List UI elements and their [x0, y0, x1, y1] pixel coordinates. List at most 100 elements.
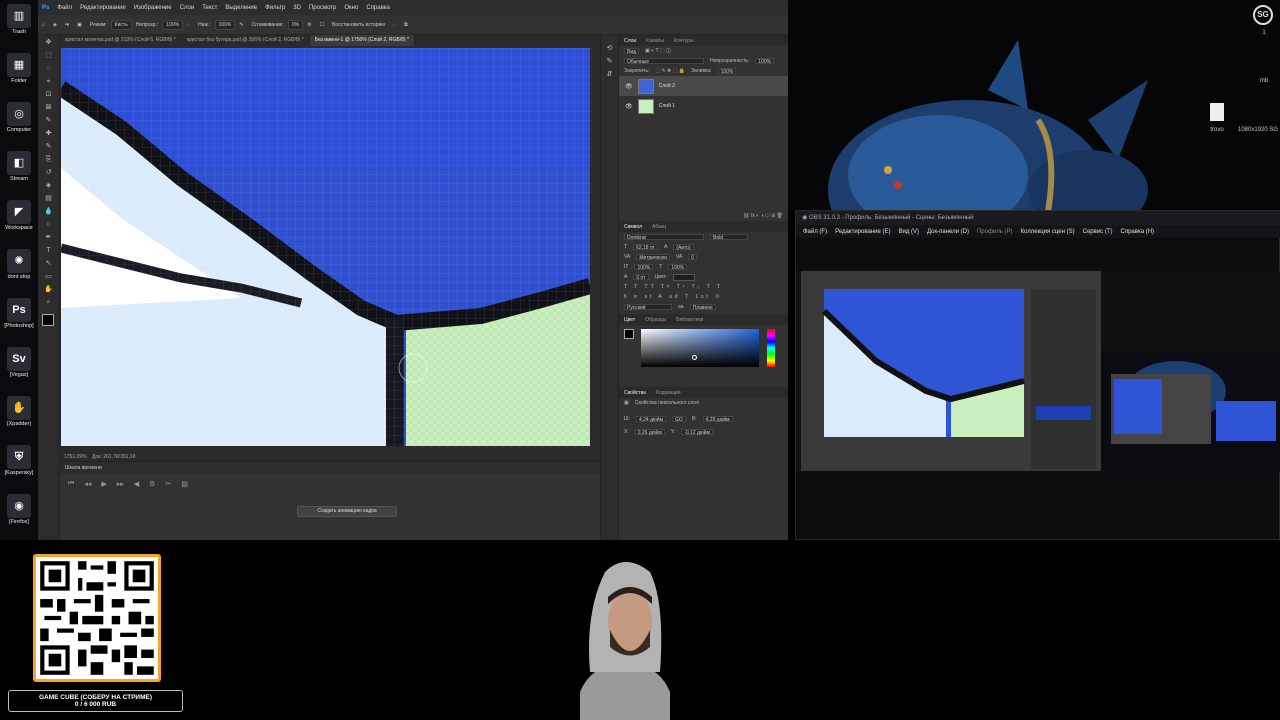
brush-tool-icon[interactable]: ✎	[41, 141, 57, 152]
desktop-icon[interactable]: ◎ Computer	[2, 100, 36, 146]
type-tool-icon[interactable]: T	[41, 245, 57, 256]
desktop-icon[interactable]: Sv [Vegas]	[2, 345, 36, 391]
layers-footer-icons[interactable]: ⛓ fx ◐ ◑ ▭ ⊞ 🗑	[619, 211, 788, 221]
ps-menu-item[interactable]: Редактирование	[76, 5, 130, 11]
airbrush-icon[interactable]: ✎	[235, 22, 247, 28]
desktop-icon[interactable]: ◧ Stream	[2, 149, 36, 195]
adjust-icon[interactable]: ⇵	[602, 69, 618, 80]
desktop-icon[interactable]: ◤ Workspace	[2, 198, 36, 244]
path-tool-icon[interactable]: ↖	[41, 258, 57, 269]
zoom-readout[interactable]: 1751,09%	[64, 454, 87, 460]
obs-menu-item[interactable]: Коллекция сцен (S)	[1017, 229, 1079, 235]
layer-opacity-input[interactable]: 100%	[755, 58, 775, 65]
text-color-swatch[interactable]	[673, 274, 696, 281]
layer-kind-select[interactable]: Вид	[624, 48, 640, 55]
opentype-buttons[interactable]: ﬁ ơ st A ad T 1st ½	[619, 292, 788, 302]
smoothing-input[interactable]: 0%	[287, 19, 304, 30]
stamp-tool-icon[interactable]: ⎘	[41, 154, 57, 165]
crop-tool-icon[interactable]: ⊡	[41, 89, 57, 100]
panel-tab[interactable]: Каналы	[641, 38, 669, 44]
ps-menu-item[interactable]: Изображение	[130, 5, 176, 11]
font-size-input[interactable]: 62,18 пт	[633, 244, 658, 251]
ps-menu-item[interactable]: Выделение	[221, 5, 261, 11]
heal-tool-icon[interactable]: ✚	[41, 128, 57, 139]
ps-menu-item[interactable]: Текст	[198, 5, 221, 11]
frame-tool-icon[interactable]: ⊠	[41, 102, 57, 113]
desktop-icon[interactable]: ⛨ [Kaspersky]	[2, 443, 36, 489]
pressure-size-icon[interactable]: ◌	[389, 22, 400, 28]
kerning-select[interactable]: Метрически	[636, 254, 670, 261]
eyedropper-tool-icon[interactable]: ✎	[41, 115, 57, 126]
marquee-tool-icon[interactable]: ⬚	[41, 50, 57, 61]
tracking-input[interactable]: 0	[688, 254, 697, 261]
history-tool-icon[interactable]: ↺	[41, 167, 57, 178]
y-input[interactable]: -0,12 дюйм	[681, 429, 713, 436]
donation-qr-code[interactable]	[33, 554, 161, 682]
obs-preview[interactable]	[796, 271, 1280, 471]
pressure-input[interactable]: 100%	[214, 19, 236, 30]
desktop-icon[interactable]: ▦ Folder	[2, 51, 36, 97]
home-icon[interactable]: ⌂	[38, 22, 49, 28]
zoom-tool-icon[interactable]: ⌕	[41, 297, 57, 308]
height-input[interactable]: 4,29 дюйм	[702, 416, 733, 423]
document-tab[interactable]: кристал монетка.psd @ 213% (Слой 6, RGB/…	[60, 35, 182, 46]
obs-menu-item[interactable]: Файл (F)	[799, 229, 831, 235]
leading-input[interactable]: (Авто)	[673, 244, 694, 251]
obs-menu-item[interactable]: Профиль (P)	[973, 229, 1017, 235]
create-frame-animation-button[interactable]: Создать анимацию кадра	[297, 506, 397, 517]
foreground-color-swatch[interactable]	[624, 329, 634, 339]
filter-icons[interactable]: ▣ ◐ T ⬚ ◫	[645, 48, 671, 54]
move-tool-icon[interactable]: ✥	[41, 37, 57, 48]
obs-menu-item[interactable]: Док-панели (D)	[923, 229, 973, 235]
dodge-tool-icon[interactable]: ○	[41, 219, 57, 230]
link-button[interactable]: GO	[672, 416, 686, 423]
prev-frame-icon[interactable]: ◂◂	[84, 480, 91, 488]
lock-icons[interactable]: ⬚ ✎ ✥ ⬚ 🔒	[655, 68, 685, 74]
gear-icon[interactable]: ⚙	[303, 22, 315, 28]
ps-logo[interactable]: Ps	[38, 5, 53, 11]
first-frame-icon[interactable]: ⏮	[68, 480, 74, 488]
font-family-select[interactable]: Domkrat	[624, 234, 704, 241]
history-icon[interactable]: ⟲	[602, 43, 618, 54]
ps-menu-item[interactable]: 3D	[289, 5, 305, 11]
vertical-scale-input[interactable]: 100%	[634, 264, 654, 271]
obs-menu-item[interactable]: Сервис (T)	[1079, 229, 1117, 235]
gradient-tool-icon[interactable]: ▤	[41, 193, 57, 204]
panel-tab[interactable]: Цвет	[619, 317, 640, 323]
transition-icon[interactable]: ▨	[181, 480, 188, 488]
restore-history-checkbox[interactable]: ☐	[316, 22, 328, 28]
obs-menu-item[interactable]: Справка (H)	[1117, 229, 1159, 235]
panel-tab[interactable]: Символ	[619, 224, 647, 230]
ps-menu-item[interactable]: Просмотр	[305, 5, 340, 11]
font-style-select[interactable]: Bold	[710, 234, 748, 241]
split-icon[interactable]: ✂	[165, 480, 171, 488]
shape-tool-icon[interactable]: ▭	[41, 271, 57, 282]
play-icon[interactable]: ▶	[101, 480, 106, 488]
blend-mode-select[interactable]: Обычные	[624, 58, 704, 65]
opacity-input[interactable]: 100%	[162, 19, 184, 30]
hand-tool-icon[interactable]: ✋	[41, 284, 57, 295]
type-style-buttons[interactable]: T T TT Tт T¹ T₁ T T	[619, 282, 788, 292]
brush-size-icon[interactable]: •▾	[61, 22, 73, 28]
foreground-swatch[interactable]	[42, 314, 54, 326]
symmetry-icon[interactable]: ⧉	[400, 22, 412, 28]
visibility-eye-icon[interactable]: 👁	[625, 103, 633, 110]
blur-tool-icon[interactable]: 💧	[41, 206, 57, 217]
baseline-input[interactable]: 0 пт	[633, 274, 649, 281]
document-canvas[interactable]	[61, 48, 590, 446]
ps-menu-item[interactable]: Справка	[362, 5, 394, 11]
document-tab[interactable]: кристал без бутера.psd @ 356% (Слой 2, R…	[182, 35, 310, 46]
obs-menu-item[interactable]: Редактирование (E)	[831, 229, 894, 235]
ps-menu-item[interactable]: Файл	[53, 5, 76, 11]
panel-tab[interactable]: Коррекция	[651, 390, 686, 396]
width-input[interactable]: 4,24 дюйм	[635, 416, 667, 423]
brush-panel-icon[interactable]: ▣	[73, 22, 86, 28]
panel-tab[interactable]: Свойства	[619, 390, 651, 396]
fill-input[interactable]: 100%	[717, 68, 737, 75]
document-tab[interactable]: Без имени-1 @ 1750% (Слой 2, RGB/8) *	[309, 35, 415, 46]
pressure-opacity-icon[interactable]: ◌	[183, 22, 194, 28]
ps-menu-item[interactable]: Фильтр	[261, 5, 289, 11]
panel-tab[interactable]: Слои	[619, 38, 641, 44]
desktop-icon[interactable]: ▥ Trash	[2, 2, 36, 48]
horizontal-scale-input[interactable]: 100%	[668, 264, 688, 271]
